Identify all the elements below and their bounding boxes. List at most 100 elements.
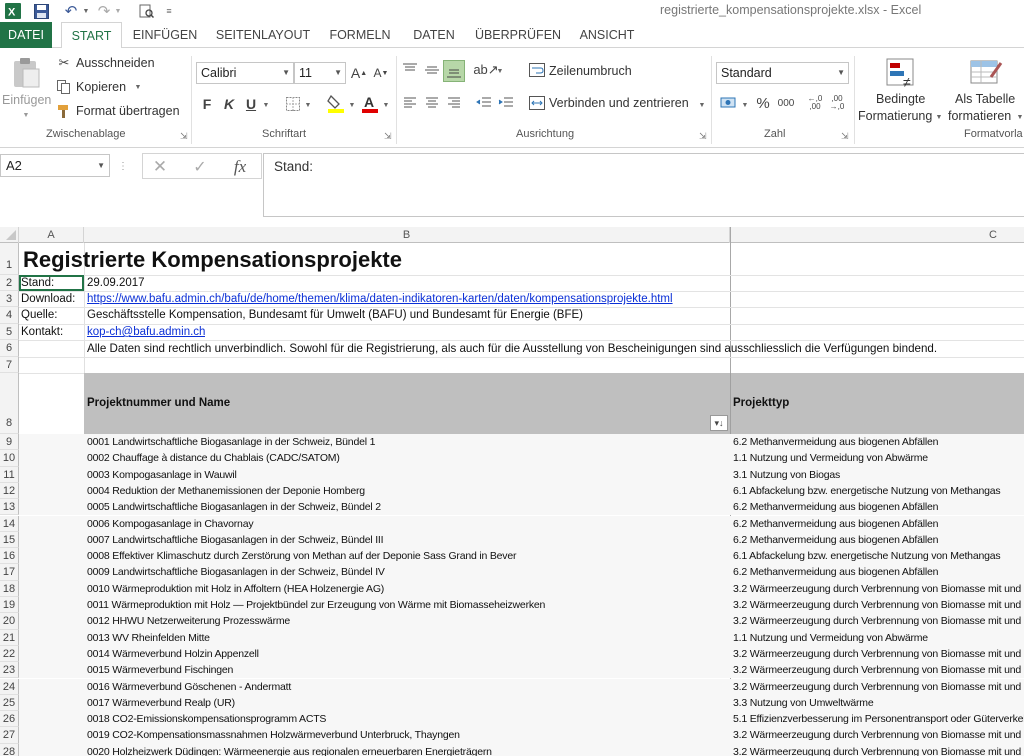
row-header[interactable]: 6	[0, 340, 19, 357]
align-bottom-icon[interactable]	[443, 60, 465, 82]
row-header[interactable]: 17	[0, 564, 19, 581]
cell-b6-disclaimer[interactable]: Alle Daten sind rechtlich unverbindlich.…	[85, 340, 937, 357]
cell-project-type[interactable]: 3.2 Wärmeerzeugung durch Verbrennung von…	[731, 744, 1024, 756]
conditional-formatting-icon[interactable]: ≠	[884, 56, 918, 90]
row-header[interactable]: 1	[0, 243, 19, 275]
redo-icon[interactable]: ↷	[94, 2, 114, 20]
cell-project-number-name[interactable]: 0016 Wärmeverbund Göschenen - Andermatt	[85, 679, 729, 695]
cell-project-number-name[interactable]: 0013 WV Rheinfelden Mitte	[85, 630, 729, 646]
cell-project-number-name[interactable]: 0015 Wärmeverbund Fischingen	[85, 662, 729, 678]
sheet-title[interactable]: Registrierte Kompensationsprojekte	[21, 243, 402, 275]
undo-icon[interactable]: ↶	[60, 2, 82, 20]
row-header[interactable]: 23	[0, 662, 19, 679]
row-header[interactable]: 13	[0, 499, 19, 516]
row-header[interactable]: 16	[0, 548, 19, 565]
cell-project-type[interactable]: 6.1 Abfackelung bzw. energetische Nutzun…	[731, 483, 1024, 499]
redo-dropdown-icon[interactable]: ▼	[114, 2, 122, 20]
undo-dropdown-icon[interactable]: ▼	[82, 2, 90, 20]
column-header-a[interactable]: A	[19, 227, 84, 243]
header-project-number-name[interactable]: Projektnummer und Name	[85, 373, 230, 434]
cell-a5[interactable]: Kontakt:	[19, 324, 63, 340]
row-header[interactable]: 28	[0, 743, 19, 756]
format-as-table-line2[interactable]: formatieren	[948, 109, 1011, 123]
cell-project-type[interactable]: 3.2 Wärmeerzeugung durch Verbrennung von…	[731, 597, 1024, 613]
align-top-icon[interactable]	[400, 60, 420, 80]
row-header[interactable]: 25	[0, 694, 19, 712]
tab-review[interactable]: ÜBERPRÜFEN	[472, 22, 564, 48]
sort-filter-icon[interactable]: ▾↓	[710, 415, 728, 431]
customize-quick-access-icon[interactable]: ≡	[164, 2, 174, 20]
format-painter-button[interactable]: Format übertragen	[76, 104, 180, 118]
font-launcher-icon[interactable]: ⇲	[384, 131, 392, 142]
column-header-c[interactable]: C	[730, 227, 1024, 243]
conditional-formatting-dropdown-icon[interactable]: ▼	[935, 112, 943, 122]
row-header[interactable]: 15	[0, 531, 19, 549]
conditional-formatting-line1[interactable]: Bedingte	[876, 92, 925, 106]
row-header[interactable]: 5	[0, 324, 19, 340]
cell-project-number-name[interactable]: 0010 Wärmeproduktion mit Holz in Affolte…	[85, 581, 729, 597]
increase-font-size-icon[interactable]: A ▲	[350, 63, 368, 83]
cell-project-number-name[interactable]: 0020 Holzheizwerk Düdingen: Wärmeenergie…	[85, 744, 729, 756]
cell-project-number-name[interactable]: 0002 Chauffage à distance du Chablais (C…	[85, 450, 729, 466]
cell-project-number-name[interactable]: 0018 CO2-Emissionskompensationsprogramm …	[85, 711, 729, 727]
cell-b2-date[interactable]: 29.09.2017	[85, 275, 145, 291]
row-header[interactable]: 14	[0, 515, 19, 532]
underline-button[interactable]: U	[244, 95, 258, 113]
cell-project-number-name[interactable]: 0019 CO2-Kompensationsmassnahmen Holzwär…	[85, 727, 729, 743]
contact-email-link[interactable]: kop-ch@bafu.admin.ch	[87, 326, 205, 338]
cell-project-type[interactable]: 3.2 Wärmeerzeugung durch Verbrennung von…	[731, 581, 1024, 597]
row-header[interactable]: 2	[0, 275, 19, 291]
align-left-icon[interactable]	[400, 94, 420, 112]
tab-data[interactable]: DATEN	[406, 22, 462, 48]
cell-project-type[interactable]: 3.2 Wärmeerzeugung durch Verbrennung von…	[731, 727, 1024, 743]
format-as-table-line1[interactable]: Als Tabelle	[955, 92, 1015, 106]
cell-a2[interactable]: Stand:	[19, 275, 84, 291]
scissors-icon[interactable]: ✂	[56, 55, 72, 71]
column-header-b[interactable]: B	[84, 227, 730, 243]
row-header[interactable]: 3	[0, 291, 19, 307]
download-link[interactable]: https://www.bafu.admin.ch/bafu/de/home/t…	[87, 293, 673, 305]
format-as-table-icon[interactable]	[968, 56, 1004, 90]
cell-project-number-name[interactable]: 0007 Landwirtschaftliche Biogasanlagen i…	[85, 532, 729, 548]
row-header[interactable]: 21	[0, 629, 19, 646]
cell-project-type[interactable]: 3.1 Nutzung von Biogas	[731, 467, 1024, 483]
row-header[interactable]: 22	[0, 645, 19, 663]
cut-button[interactable]: Ausschneiden	[76, 56, 155, 70]
italic-button[interactable]: K	[222, 95, 236, 113]
wrap-text-button[interactable]: Zeilenumbruch	[549, 64, 632, 78]
cell-b4-source[interactable]: Geschäftsstelle Kompensation, Bundesamt …	[85, 307, 583, 324]
cell-a4[interactable]: Quelle:	[19, 307, 57, 324]
cell-b3-download-link[interactable]: https://www.bafu.admin.ch/bafu/de/home/t…	[85, 291, 673, 307]
cell-project-type[interactable]: 5.1 Effizienzverbesserung im Personentra…	[731, 711, 1024, 727]
thousands-separator-button[interactable]: 000	[775, 94, 797, 112]
copy-button[interactable]: Kopieren	[76, 80, 126, 94]
decrease-indent-icon[interactable]	[474, 94, 494, 112]
print-preview-icon[interactable]	[136, 2, 156, 20]
tab-file[interactable]: DATEI	[0, 22, 52, 48]
borders-icon[interactable]	[284, 95, 302, 113]
copy-dropdown-icon[interactable]: ▼	[134, 82, 142, 92]
cell-project-type[interactable]: 3.3 Nutzung von Umweltwärme	[731, 695, 1024, 711]
alignment-launcher-icon[interactable]: ⇲	[699, 131, 707, 142]
enter-icon[interactable]: ✓	[190, 157, 210, 177]
bold-button[interactable]: F	[200, 95, 214, 113]
font-color-icon[interactable]: A	[360, 93, 380, 115]
row-header[interactable]: 26	[0, 711, 19, 728]
underline-dropdown-icon[interactable]: ▼	[262, 100, 270, 110]
align-right-icon[interactable]	[444, 94, 464, 112]
currency-format-icon[interactable]	[718, 94, 740, 112]
tab-view[interactable]: ANSICHT	[572, 22, 642, 48]
row-header[interactable]: 24	[0, 678, 19, 695]
cell-project-type[interactable]: 3.2 Wärmeerzeugung durch Verbrennung von…	[731, 613, 1024, 629]
increase-indent-icon[interactable]	[496, 94, 516, 112]
format-as-table-dropdown-icon[interactable]: ▼	[1016, 112, 1024, 122]
increase-decimal-icon[interactable]: ←,0,00	[806, 92, 824, 114]
paste-icon[interactable]	[10, 56, 42, 90]
cell-project-number-name[interactable]: 0014 Wärmeverbund Holzin Appenzell	[85, 646, 729, 662]
name-box[interactable]: A2 ▼	[0, 154, 110, 177]
tab-start[interactable]: START	[61, 22, 122, 49]
cell-project-type[interactable]: 3.2 Wärmeerzeugung durch Verbrennung von…	[731, 662, 1024, 678]
select-all-corner[interactable]	[0, 227, 19, 243]
orientation-dropdown-icon[interactable]: ▼	[496, 66, 504, 76]
row-header[interactable]: 4	[0, 307, 19, 324]
